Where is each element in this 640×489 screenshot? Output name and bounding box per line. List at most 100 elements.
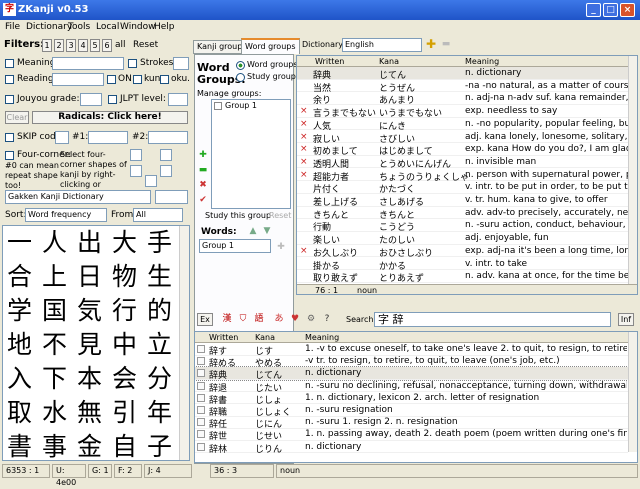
group-item[interactable]: Group 1	[225, 101, 257, 110]
kanji-cell[interactable]: 物	[109, 261, 140, 292]
delete-group-icon[interactable]: ✖	[197, 179, 209, 191]
kun-checkbox[interactable]	[133, 75, 142, 84]
word-row[interactable]: 辞退 じたい n. -suru no declining, refusal, non…	[195, 380, 628, 394]
jp-icon[interactable]: あ	[273, 313, 285, 325]
menu-window[interactable]: Window	[120, 22, 156, 32]
four-corner-checkbox[interactable]	[5, 151, 14, 160]
kanji-dictionary-extra-input[interactable]	[155, 190, 188, 204]
remove-dictionary-icon[interactable]: ▬	[440, 38, 452, 50]
kanji-cell[interactable]: 水	[39, 397, 70, 428]
kanji-mode-icon[interactable]: 漢	[221, 313, 233, 325]
strokes-input[interactable]	[173, 57, 189, 70]
word-row[interactable]: × お久しぶり おひさしぶり exp. adj-na it's been a long…	[297, 245, 629, 259]
words-group-select[interactable]: Group 1	[199, 239, 271, 253]
skip-part1-input[interactable]	[55, 131, 69, 144]
menu-help[interactable]: Help	[154, 22, 175, 32]
kanji-cell[interactable]: 無	[74, 397, 105, 428]
word-table-bottom[interactable]: Written Kana Meaning 辞す じす 1. -v to excuse…	[194, 331, 638, 463]
add-group-icon[interactable]: ✚	[197, 149, 209, 161]
word-row[interactable]: 当然 とうぜん -na -no natural, as a matter of co…	[297, 80, 629, 94]
kanji-dictionary-select[interactable]: Gakken Kanji Dictionary	[5, 190, 151, 204]
kanji-cell[interactable]: 行	[109, 295, 140, 326]
word-icon[interactable]: 語	[253, 313, 265, 325]
word-row[interactable]: 余り あんまり n. adj-na n-adv suf. kana remainde…	[297, 92, 629, 106]
kanji-cell[interactable]: 分	[144, 363, 175, 394]
kanji-cell[interactable]: 中	[109, 329, 140, 360]
remove-group-icon[interactable]: ▬	[197, 164, 209, 176]
kanji-cell[interactable]: 生	[144, 261, 175, 292]
menu-dictionary[interactable]: Dictionary	[26, 22, 72, 32]
kanji-cell[interactable]: 気	[74, 295, 105, 326]
kanji-cell[interactable]: 大	[109, 227, 140, 258]
word-row[interactable]: 辞林 じりん n. dictionary	[195, 441, 628, 455]
kanji-cell[interactable]: 日	[74, 261, 105, 292]
kanji-cell[interactable]: 的	[144, 295, 175, 326]
word-row[interactable]: × 寂しい さびしい adj. kana lonely, lonesome, soli…	[297, 131, 629, 145]
kanji-cell[interactable]: 金	[74, 431, 105, 460]
kanji-cell[interactable]: 人	[39, 227, 70, 258]
filter-reset-button[interactable]: Reset	[133, 40, 158, 50]
word-row[interactable]: × 初めまして はじめまして exp. kana How do you do?, I …	[297, 143, 629, 157]
skip-part2-input[interactable]	[88, 131, 128, 144]
word-row[interactable]: 辞典 じてん n. dictionary	[195, 366, 629, 381]
filter-4-button[interactable]: 4	[78, 39, 88, 52]
group-item-checkbox[interactable]	[214, 102, 222, 110]
strokes-checkbox[interactable]	[128, 59, 137, 68]
word-row[interactable]: 辞任 じにん n. -suru 1. resign 2. n. resignatio…	[195, 416, 628, 430]
kanji-grid[interactable]: 一人出大手合上日物生学国気行的地不見中立入下本会分取水無引年書事金自子	[2, 225, 190, 461]
study-this-group-button[interactable]: Study this group	[205, 211, 271, 220]
filter-all-button[interactable]: all	[115, 40, 126, 50]
filter-3-button[interactable]: 3	[66, 39, 76, 52]
close-button[interactable]: ×	[620, 3, 635, 17]
help-icon[interactable]: ?	[321, 313, 333, 325]
groups-list[interactable]: Group 1	[211, 99, 291, 209]
filter-6-button[interactable]: 6	[102, 39, 112, 52]
kanji-cell[interactable]: 下	[39, 363, 70, 394]
kanji-cell[interactable]: 取	[4, 397, 35, 428]
col-kana[interactable]: Kana	[379, 57, 399, 66]
kanji-cell[interactable]: 年	[144, 397, 175, 428]
word-row[interactable]: 辞世 じせい 1. n. passing away, death 2. death …	[195, 428, 628, 442]
from-select[interactable]: All	[133, 208, 183, 222]
col-written[interactable]: Written	[315, 57, 344, 66]
kanji-cell[interactable]: 地	[4, 329, 35, 360]
word-row[interactable]: 楽しい たのしい adj. enjoyable, fun	[297, 232, 629, 246]
maximize-button[interactable]: □	[603, 3, 618, 17]
word-row[interactable]: × 言うまでもない いうまでもない exp. needless to say	[297, 105, 629, 119]
add-dictionary-icon[interactable]: ✚	[425, 38, 437, 50]
word-row[interactable]: 取り敢えず とりあえず n. adv. kana at once, for the …	[297, 270, 629, 284]
add-word-icon[interactable]: ✚	[275, 241, 287, 253]
col-meaning[interactable]: Meaning	[465, 57, 499, 66]
search-input[interactable]: 字 辞	[374, 312, 611, 327]
kanji-cell[interactable]: 引	[109, 397, 140, 428]
tab-word-groups[interactable]: Word groups	[241, 38, 300, 54]
word-row[interactable]: 辞書 じしょ 1. n. dictionary, lexicon 2. arch. …	[195, 392, 628, 406]
inflection-button[interactable]: Inf	[618, 313, 634, 326]
word-row[interactable]: 辞典 じてん n. dictionary	[297, 67, 629, 81]
kanji-cell[interactable]: 子	[144, 431, 175, 460]
word-row[interactable]: 辞める やめる -v tr. to resign, to retire, to qu…	[195, 355, 628, 369]
word-table-top-scrollbar[interactable]	[628, 56, 637, 284]
clear-button[interactable]: Clear	[5, 111, 29, 124]
filter-5-button[interactable]: 5	[90, 39, 100, 52]
kanji-cell[interactable]: 見	[74, 329, 105, 360]
filter-1-button[interactable]: 1	[42, 39, 52, 52]
word-row[interactable]: 片付く かたづく v. intr. to be put in order, to b…	[297, 181, 629, 195]
kanji-cell[interactable]: 事	[39, 431, 70, 460]
study-groups-radio[interactable]	[236, 73, 245, 82]
kanji-cell[interactable]: 立	[144, 329, 175, 360]
four-corner-shape-5[interactable]	[145, 175, 157, 187]
jlpt-checkbox[interactable]	[108, 95, 117, 104]
kanji-cell[interactable]: 入	[4, 363, 35, 394]
word-row[interactable]: 差し上げる さしあげる v. tr. hum. kana to give, to o…	[297, 194, 629, 208]
examples-button[interactable]: Ex	[197, 313, 213, 326]
check-group-icon[interactable]: ✔	[197, 194, 209, 206]
options-icon[interactable]: ⚙	[305, 313, 317, 325]
kanji-cell[interactable]: 上	[39, 261, 70, 292]
word-row[interactable]: × 超能力者 ちょうのうりょくしゃ n. person with supernatur…	[297, 169, 629, 183]
word-row[interactable]: 行動 こうどう n. -suru action, conduct, behaviou…	[297, 219, 629, 233]
kanji-cell[interactable]: 合	[4, 261, 35, 292]
kanji-cell[interactable]: 出	[74, 227, 105, 258]
kanji-cell[interactable]: 不	[39, 329, 70, 360]
kanji-cell[interactable]: 本	[74, 363, 105, 394]
